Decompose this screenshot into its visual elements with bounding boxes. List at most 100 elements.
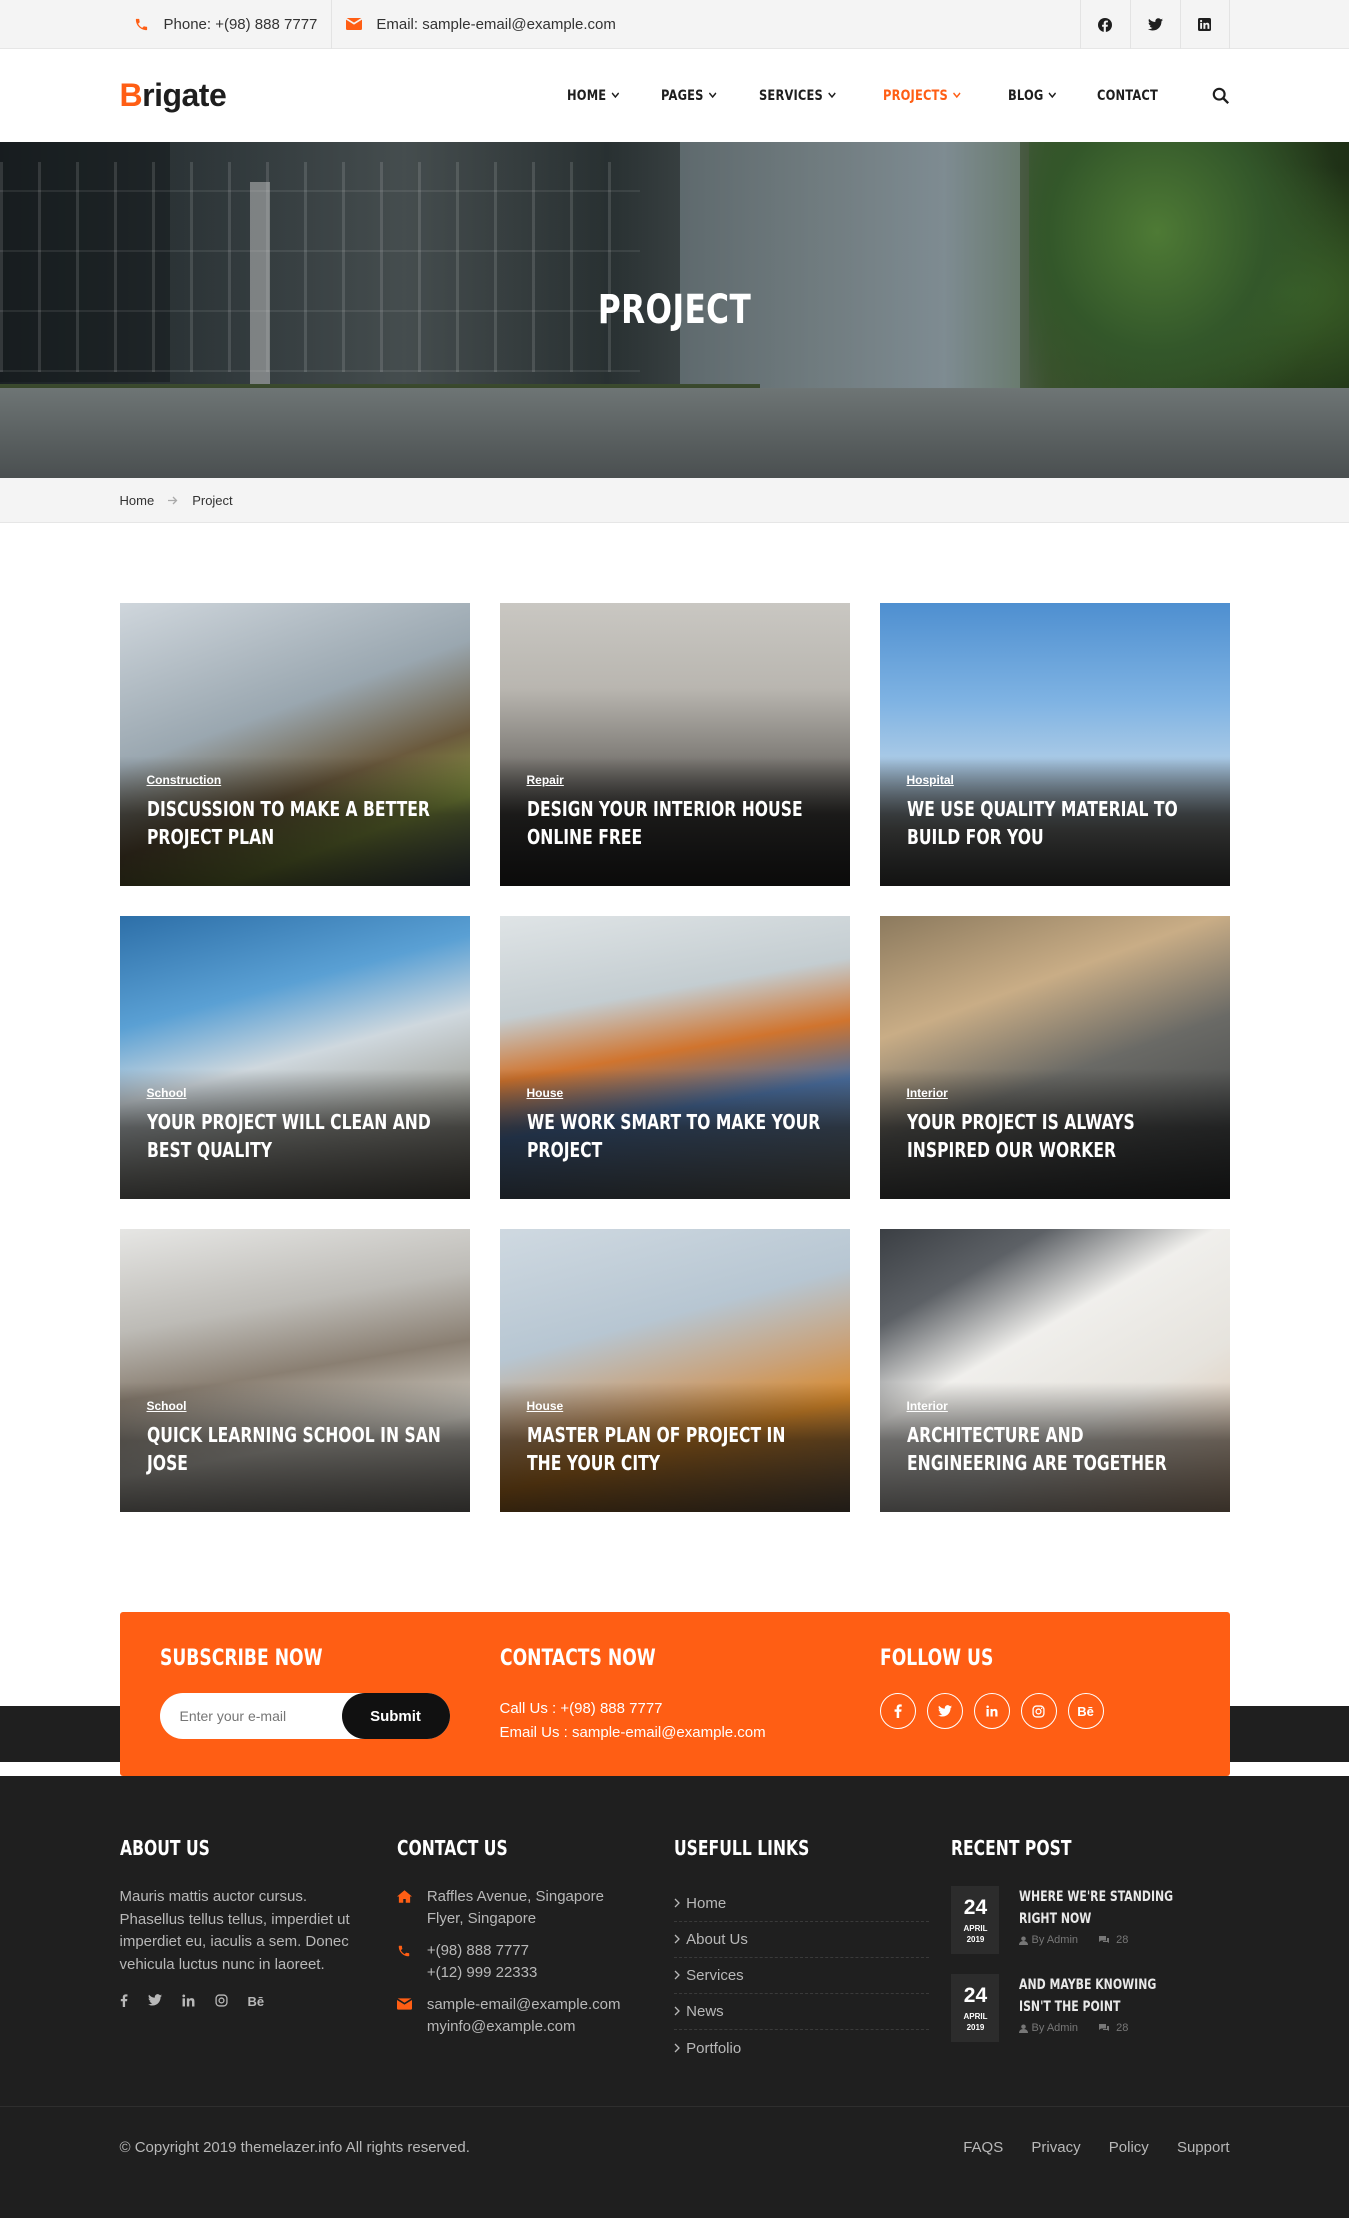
project-card[interactable]: Hospital WE USE QUALITY MATERIAL TO BUIL… [879, 603, 1230, 886]
footer-link-services[interactable]: Services [674, 1958, 930, 1994]
project-title[interactable]: DISCUSSION TO MAKE A BETTER PROJECT PLAN [147, 795, 443, 851]
submit-button[interactable]: Submit [341, 1693, 450, 1739]
top-email[interactable]: Email: sample-email@example.com [332, 0, 629, 49]
facebook-icon[interactable] [879, 1693, 916, 1729]
footer-about-text: Mauris mattis auctor cursus. Phasellus t… [119, 1888, 350, 1973]
email-input[interactable] [159, 1708, 340, 1724]
project-title[interactable]: YOUR PROJECT WILL CLEAN AND BEST QUALITY [147, 1108, 443, 1164]
project-card[interactable]: Construction DISCUSSION TO MAKE A BETTER… [119, 603, 470, 886]
post-title[interactable]: AND MAYBE KNOWING ISN'T THE POINT [1019, 1974, 1183, 2018]
footer-contact: CONTACT US Raffles Avenue, Singapore Flye… [396, 1836, 674, 2066]
project-title[interactable]: ARCHITECTURE AND ENGINEERING ARE TOGETHE… [907, 1421, 1203, 1477]
logo[interactable]: Brigate [120, 77, 227, 114]
footer-link-portfolio[interactable]: Portfolio [674, 2030, 929, 2066]
project-title[interactable]: DESIGN YOUR INTERIOR HOUSE ONLINE FREE [527, 795, 823, 851]
nav-home[interactable]: HOME [567, 88, 619, 104]
footer-about-title: ABOUT US [119, 1836, 210, 1860]
post-month: APRIL [963, 1924, 988, 1933]
chevron-right-icon [674, 1895, 681, 1912]
behance-icon[interactable]: Bē [248, 1994, 265, 2009]
behance-icon[interactable]: Bē [1067, 1693, 1104, 1729]
twitter-icon[interactable] [926, 1693, 963, 1729]
search-icon[interactable] [1212, 87, 1230, 105]
project-card[interactable]: Interior YOUR PROJECT IS ALWAYS INSPIRED… [879, 916, 1230, 1199]
facebook-icon[interactable] [1079, 0, 1130, 49]
post-year: 2019 [966, 2023, 985, 2032]
instagram-icon[interactable] [214, 1994, 228, 2009]
project-title[interactable]: MASTER PLAN OF PROJECT IN THE YOUR CITY [527, 1421, 823, 1477]
nav-pages-label: PAGES [660, 87, 704, 104]
footer-link-about[interactable]: About Us [674, 1922, 930, 1958]
project-card[interactable]: Interior ARCHITECTURE AND ENGINEERING AR… [879, 1229, 1230, 1512]
nav-blog[interactable]: BLOG [1008, 88, 1057, 104]
project-title[interactable]: WE USE QUALITY MATERIAL TO BUILD FOR YOU [907, 795, 1203, 851]
footer-email[interactable]: myinfo@example.com [427, 2016, 621, 2038]
chevron-down-icon [952, 92, 961, 99]
footer-link-support[interactable]: Support [1177, 2139, 1230, 2156]
nav-contact[interactable]: CONTACT [1097, 88, 1158, 104]
post-month: APRIL [963, 2012, 988, 2021]
footer-email[interactable]: sample-email@example.com [427, 1994, 621, 2016]
page-hero: PROJECT [0, 142, 1349, 478]
follow-title: FOLLOW US [879, 1646, 993, 1671]
footer-bottom: © Copyright 2019 themelazer.info All rig… [0, 2106, 1349, 2187]
top-bar: Phone: +(98) 888 7777 Email: sample-emai… [0, 0, 1349, 49]
footer-link-label: About Us [686, 1931, 748, 1948]
nav-blog-label: BLOG [1007, 87, 1044, 104]
footer-link-privacy[interactable]: Privacy [1031, 2139, 1080, 2156]
project-card[interactable]: House MASTER PLAN OF PROJECT IN THE YOUR… [499, 1229, 850, 1512]
chevron-down-icon [827, 92, 836, 99]
nav-services[interactable]: SERVICES [759, 88, 836, 104]
recent-post[interactable]: 24 APRIL 2019 WHERE WE'RE STANDING RIGHT… [951, 1886, 1229, 1954]
footer-phone[interactable]: +(12) 999 22333 [427, 1962, 538, 1984]
facebook-icon[interactable] [120, 1994, 128, 2009]
project-category[interactable]: Interior [907, 1399, 948, 1413]
project-category[interactable]: School [147, 1086, 187, 1100]
project-title[interactable]: WE WORK SMART TO MAKE YOUR PROJECT [527, 1108, 823, 1164]
project-category[interactable]: Interior [907, 1086, 948, 1100]
footer-link-home[interactable]: Home [674, 1886, 930, 1922]
project-category[interactable]: House [527, 1399, 564, 1413]
recent-post[interactable]: 24 APRIL 2019 AND MAYBE KNOWING ISN'T TH… [951, 1974, 1229, 2042]
nav-projects[interactable]: PROJECTS [883, 88, 961, 104]
project-title[interactable]: QUICK LEARNING SCHOOL IN SAN JOSE [147, 1421, 443, 1477]
post-title[interactable]: WHERE WE'RE STANDING RIGHT NOW [1019, 1886, 1183, 1930]
contacts-email[interactable]: Email Us : sample-email@example.com [500, 1721, 880, 1745]
contacts-title: CONTACTS NOW [499, 1646, 656, 1671]
contacts-call[interactable]: Call Us : +(98) 888 7777 [500, 1697, 880, 1721]
nav-pages[interactable]: PAGES [661, 88, 717, 104]
user-icon [1019, 2023, 1029, 2033]
footer-address-line: Flyer, Singapore [426, 1910, 537, 1927]
footer-phone[interactable]: +(98) 888 7777 [427, 1940, 538, 1962]
breadcrumb-home[interactable]: Home [120, 493, 155, 508]
footer-link-news[interactable]: News [674, 1994, 930, 2030]
instagram-icon[interactable] [1020, 1693, 1057, 1729]
footer-links-title: USEFULL LINKS [674, 1836, 810, 1860]
project-card[interactable]: Repair DESIGN YOUR INTERIOR HOUSE ONLINE… [499, 603, 850, 886]
project-category[interactable]: Construction [147, 773, 222, 787]
footer-contact-title: CONTACT US [396, 1836, 508, 1860]
project-category[interactable]: Repair [527, 773, 564, 787]
twitter-icon[interactable] [1129, 0, 1180, 49]
hero-windows [0, 162, 640, 372]
project-card[interactable]: School QUICK LEARNING SCHOOL IN SAN JOSE [119, 1229, 470, 1512]
project-category[interactable]: School [147, 1399, 187, 1413]
project-category[interactable]: Hospital [907, 773, 954, 787]
linkedin-icon[interactable] [1179, 0, 1230, 49]
project-card[interactable]: House WE WORK SMART TO MAKE YOUR PROJECT [499, 916, 850, 1199]
linkedin-icon[interactable] [181, 1994, 195, 2009]
project-title[interactable]: YOUR PROJECT IS ALWAYS INSPIRED OUR WORK… [907, 1108, 1203, 1164]
site-footer: ABOUT US Mauris mattis auctor cursus. Ph… [0, 1776, 1349, 2218]
footer-link-faqs[interactable]: FAQS [963, 2139, 1003, 2156]
twitter-icon[interactable] [147, 1994, 162, 2009]
nav-contact-label: CONTACT [1097, 87, 1159, 104]
project-category[interactable]: House [527, 1086, 564, 1100]
footer-link-policy[interactable]: Policy [1109, 2139, 1149, 2156]
chevron-down-icon [1048, 92, 1057, 99]
hero-road [0, 388, 1349, 478]
nav-projects-label: PROJECTS [882, 87, 948, 104]
project-card[interactable]: School YOUR PROJECT WILL CLEAN AND BEST … [119, 916, 470, 1199]
hero-building-far [680, 142, 1020, 402]
subscribe-form: Submit [159, 1693, 450, 1739]
linkedin-icon[interactable] [973, 1693, 1010, 1729]
